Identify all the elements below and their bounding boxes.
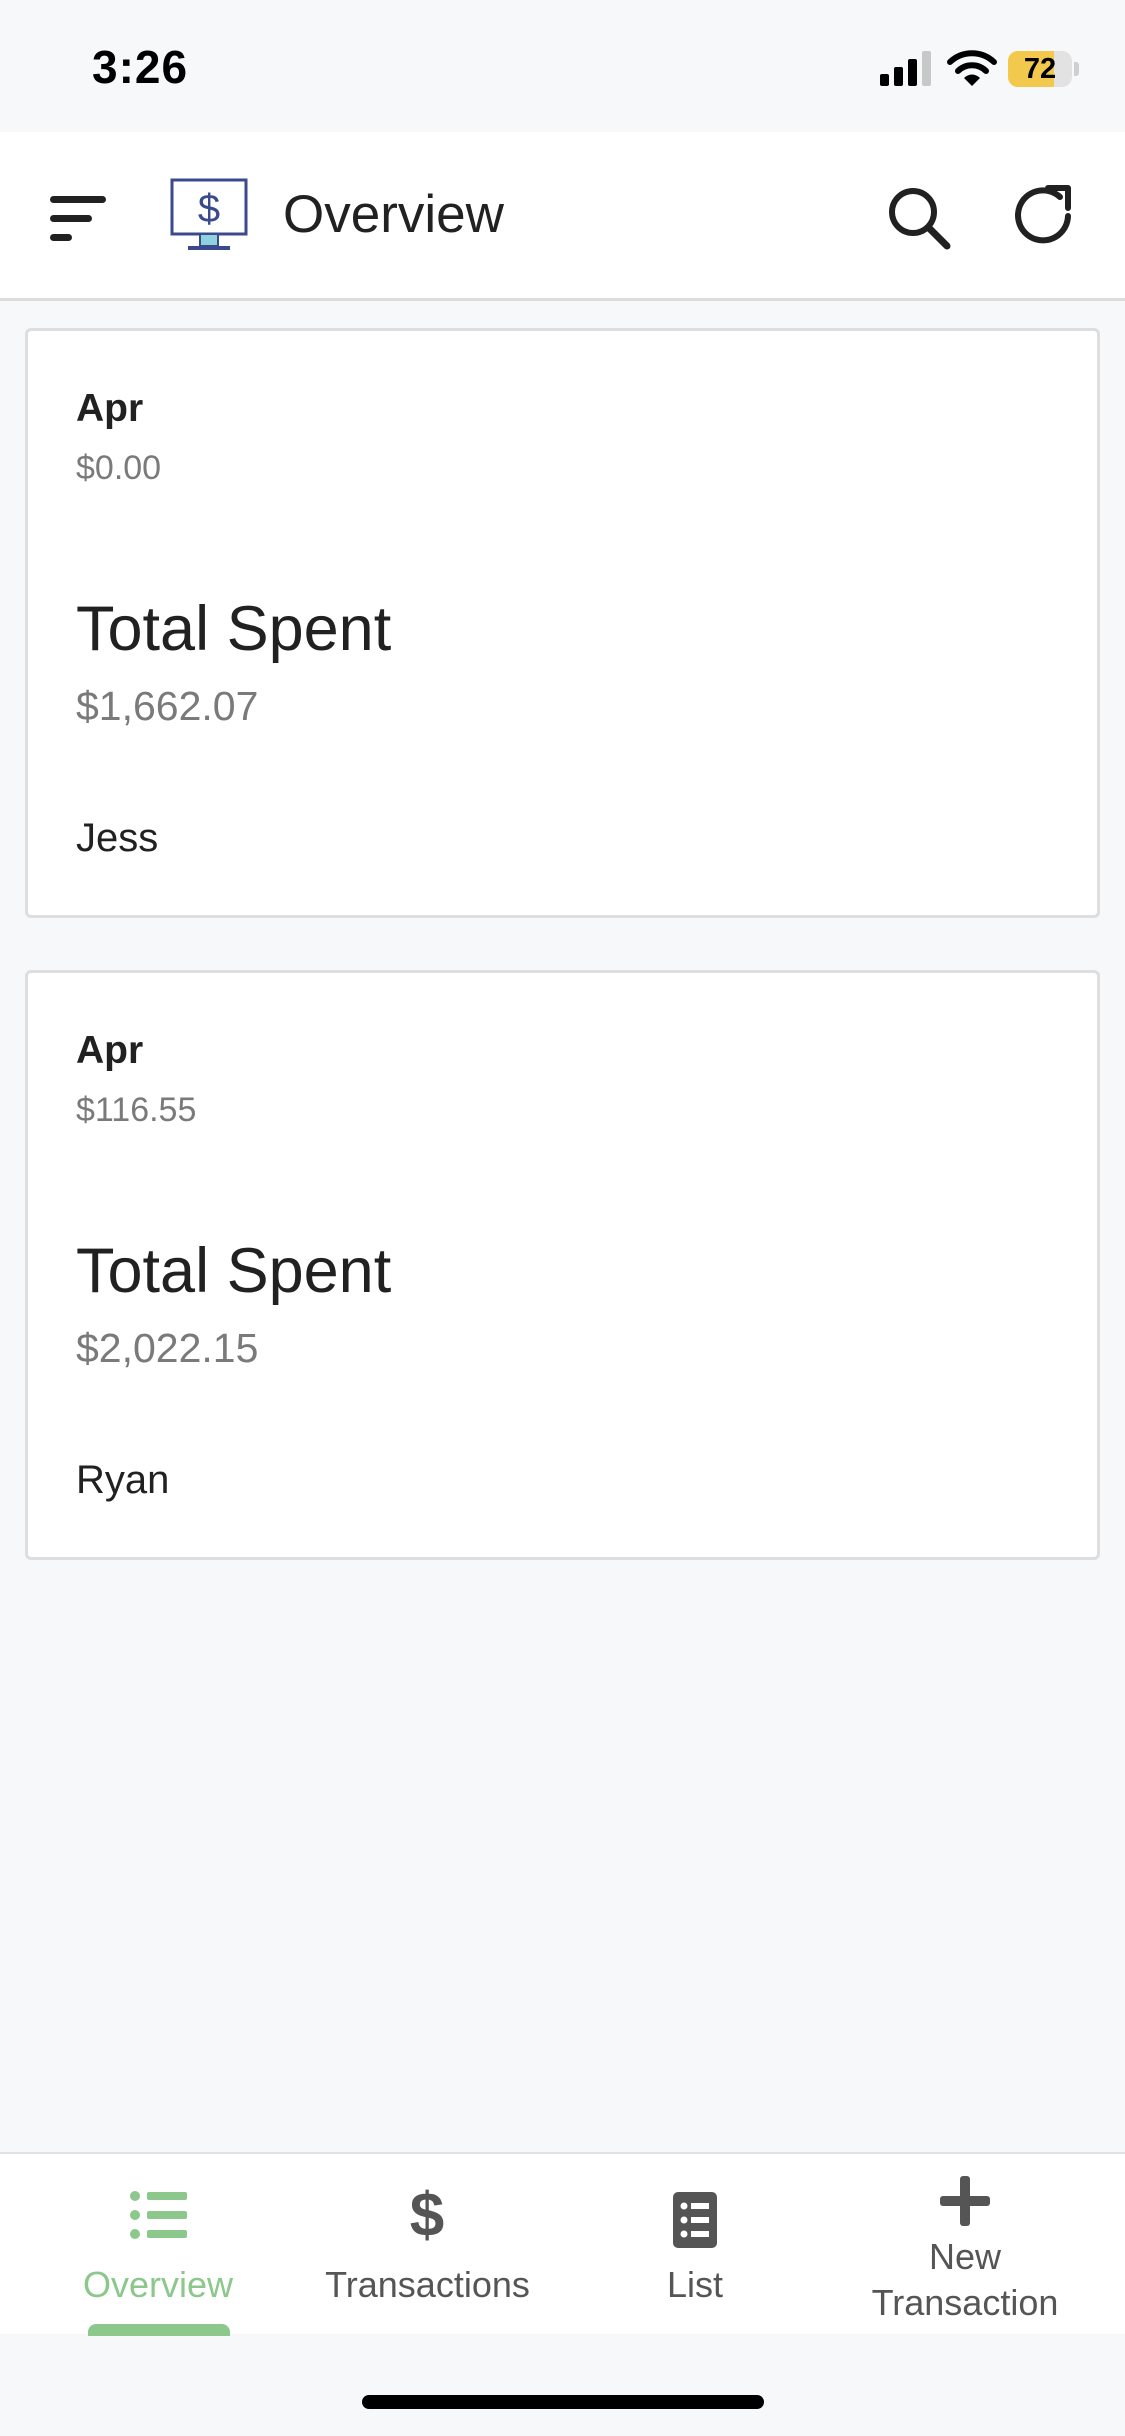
battery-level: 72 [1023,53,1057,85]
nav-label-new-line2: Transaction [871,2282,1059,2323]
nav-label-list: List [666,2264,724,2305]
list-bullets-icon [130,2191,187,2239]
card-month: Apr [76,387,144,430]
svg-text:$: $ [198,187,220,231]
menu-button[interactable] [38,184,118,254]
card-person-name: Ryan [76,1458,170,1502]
battery-body: 72 [1008,51,1072,87]
active-tab-indicator [88,2324,230,2336]
card-total-label: Total Spent [76,594,392,664]
nav-item-overview[interactable]: Overview [58,2154,258,2336]
battery-indicator: 72 [1008,51,1079,87]
status-bar: 3:26 72 [0,0,1125,132]
card-total-amount: $2,022.15 [76,1325,259,1371]
card-person-name: Jess [76,816,159,860]
status-time: 3:26 [92,41,189,93]
page-title: Overview [283,185,504,244]
card-month-amount: $116.55 [76,1091,197,1129]
menu-icon-line-bottom [50,234,72,241]
card-month-amount: $0.00 [76,449,162,487]
nav-label-transactions: Transactions [325,2264,530,2305]
menu-icon-line-top [50,196,106,203]
card-month: Apr [76,1029,144,1072]
nav-item-list[interactable]: List [620,2154,770,2336]
refresh-icon[interactable] [1008,180,1080,252]
nav-item-transactions[interactable]: $ Transactions [305,2154,550,2336]
dollar-icon: $ [410,2184,444,2244]
home-indicator[interactable] [362,2395,764,2409]
spending-card[interactable]: Apr $0.00 Total Spent $1,662.07 Jess [25,328,1100,918]
battery-cap [1074,62,1079,76]
nav-label-new-transaction: New Transaction [840,2234,1090,2326]
menu-icon-line-middle [50,215,92,222]
bottom-navigation: Overview $ Transactions List New Transac… [0,2152,1125,2336]
card-total-amount: $1,662.07 [76,683,259,729]
cellular-signal-icon [880,51,931,86]
document-list-icon [673,2192,717,2248]
svg-text:$: $ [410,2184,444,2244]
spending-card[interactable]: Apr $116.55 Total Spent $2,022.15 Ryan [25,970,1100,1560]
wifi-icon [947,50,997,86]
money-monitor-logo-icon: $ [170,178,248,250]
overview-screen: 3:26 72 $ Overview Apr $0.00 Total Spent… [0,0,1125,2436]
nav-label-new-line1: New [928,2236,1002,2277]
card-total-label: Total Spent [76,1236,392,1306]
app-bar: $ Overview [0,132,1125,301]
nav-label-overview: Overview [82,2264,234,2305]
plus-icon [940,2176,990,2226]
nav-item-new-transaction[interactable]: New Transaction [840,2154,1090,2336]
search-icon[interactable] [883,182,955,254]
